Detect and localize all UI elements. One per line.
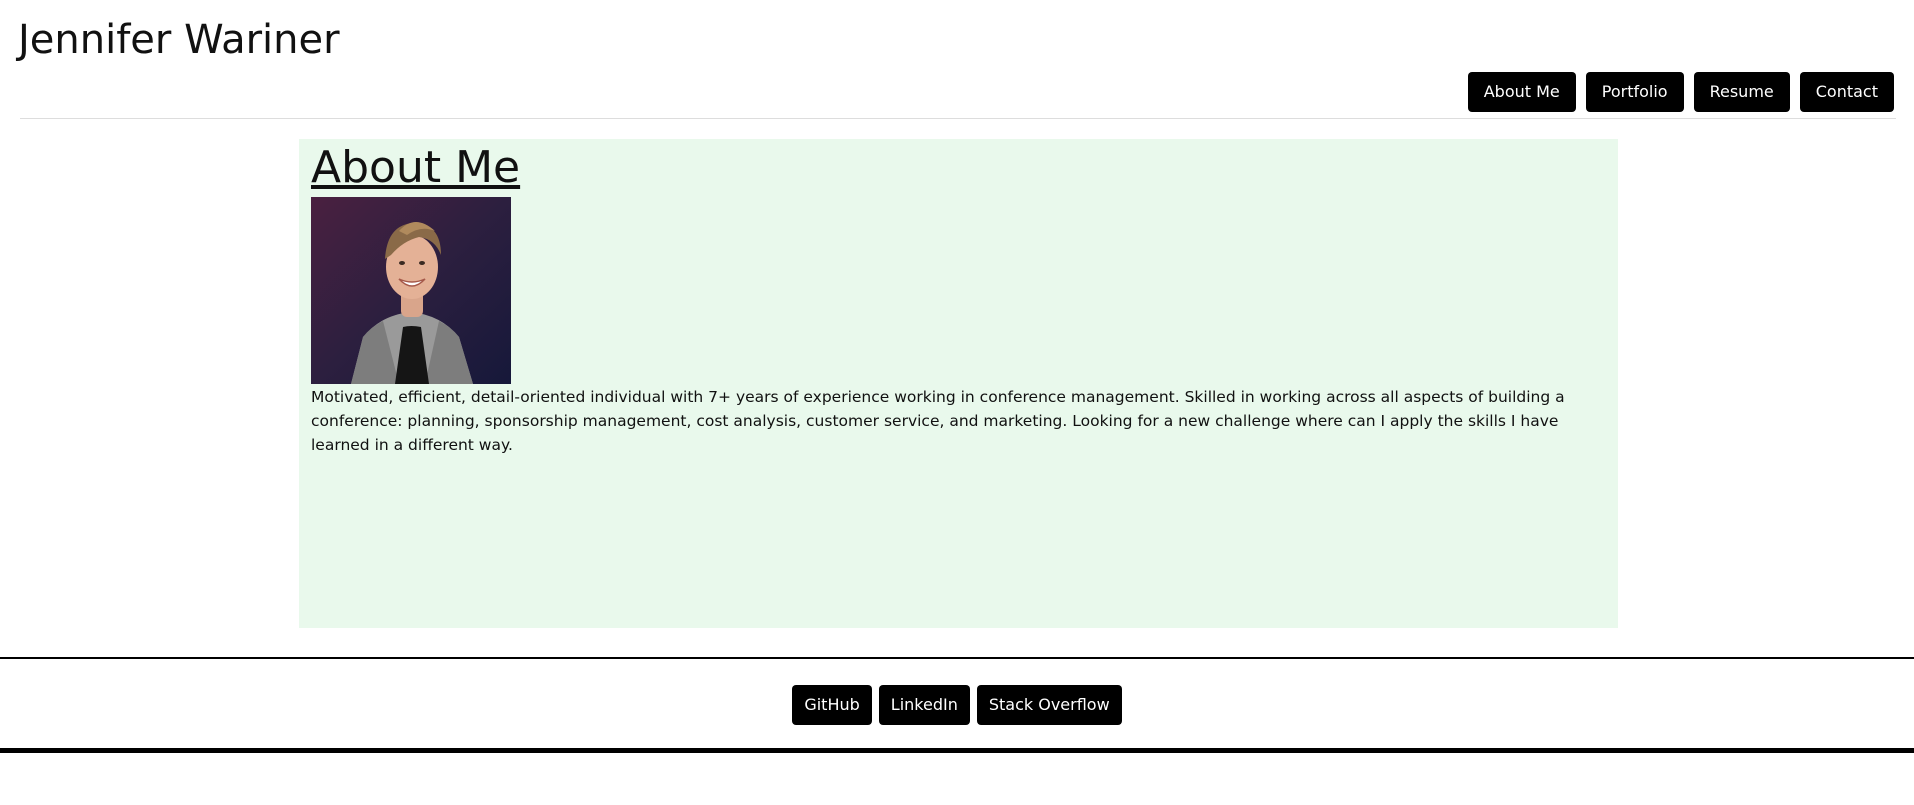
footer-divider-bottom <box>0 748 1914 753</box>
site-header: Jennifer Wariner About Me Portfolio Resu… <box>0 0 1914 120</box>
footer-divider-top <box>0 657 1914 659</box>
nav-about-me-button[interactable]: About Me <box>1467 72 1576 112</box>
linkedin-button[interactable]: LinkedIn <box>878 685 970 725</box>
nav-contact-button[interactable]: Contact <box>1799 72 1894 112</box>
about-section: About Me Motivated, efficient, detail-or… <box>299 139 1618 628</box>
header-divider <box>20 118 1896 119</box>
site-title: Jennifer Wariner <box>18 17 340 63</box>
nav-resume-button[interactable]: Resume <box>1693 72 1790 112</box>
github-button[interactable]: GitHub <box>792 685 872 725</box>
nav-portfolio-button[interactable]: Portfolio <box>1585 72 1684 112</box>
section-title: About Me <box>311 142 521 193</box>
profile-photo <box>311 197 511 384</box>
bio-text: Motivated, efficient, detail-oriented in… <box>311 388 1565 454</box>
main-nav: About Me Portfolio Resume Contact <box>1467 72 1894 112</box>
stack-overflow-button[interactable]: Stack Overflow <box>976 685 1122 725</box>
site-footer: GitHub LinkedIn Stack Overflow <box>0 685 1914 725</box>
